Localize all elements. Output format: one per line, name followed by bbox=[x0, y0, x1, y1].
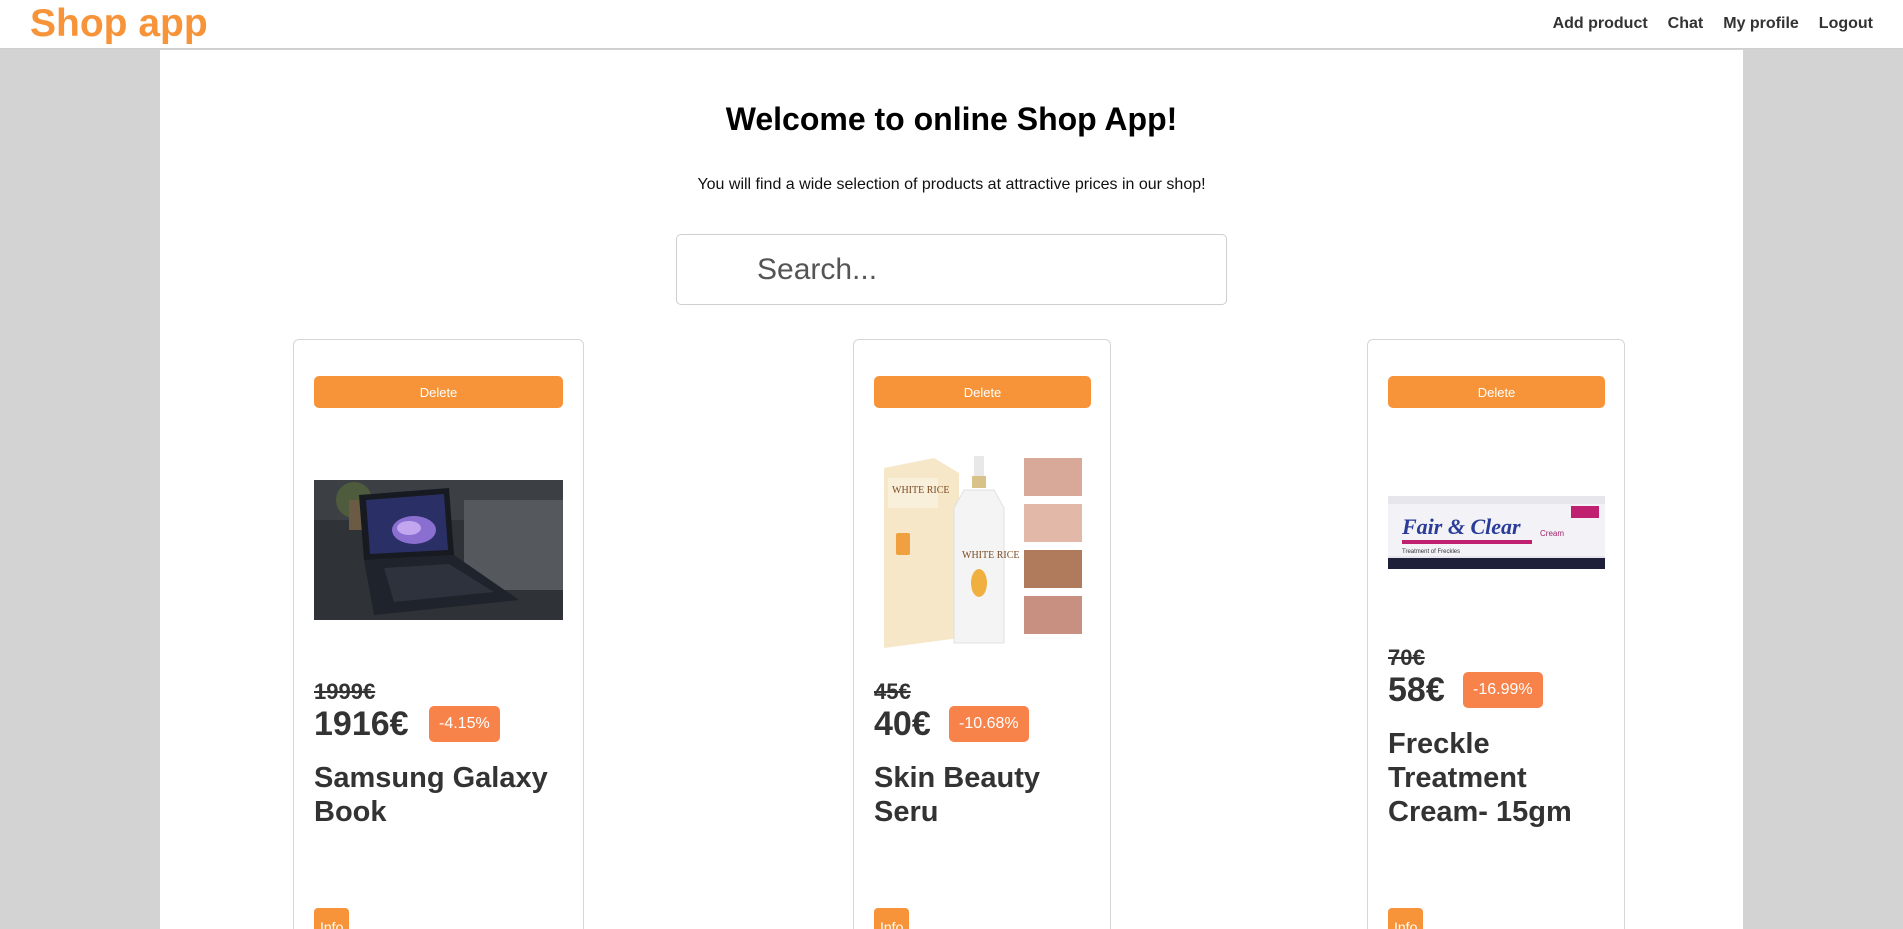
nav-logout[interactable]: Logout bbox=[1819, 14, 1873, 34]
page-title: Welcome to online Shop App! bbox=[725, 101, 1178, 137]
nav-links: Add product Chat My profile Logout bbox=[1553, 14, 1873, 34]
svg-text:WHITE RICE: WHITE RICE bbox=[892, 485, 950, 496]
svg-text:WHITE RICE: WHITE RICE bbox=[962, 550, 1020, 561]
top-navbar: Shop app Add product Chat My profile Log… bbox=[0, 0, 1903, 49]
old-price: 70€ bbox=[1388, 645, 1425, 670]
delete-button[interactable]: Delete bbox=[1388, 376, 1605, 408]
delete-button[interactable]: Delete bbox=[314, 376, 563, 408]
info-button[interactable]: Info bbox=[314, 908, 350, 929]
search-input[interactable] bbox=[676, 234, 1227, 305]
old-price: 1999€ bbox=[314, 679, 376, 704]
current-price: 58€ bbox=[1388, 671, 1445, 709]
page-subtitle: You will find a wide selection of produc… bbox=[697, 176, 1206, 193]
discount-badge: -4.15% bbox=[429, 706, 500, 742]
svg-text:Fair & Clear: Fair & Clear bbox=[1401, 514, 1521, 539]
product-image-cream[interactable]: Fair & Clear Cream Treatment of Freckles bbox=[1388, 496, 1605, 569]
info-button[interactable]: Info bbox=[1388, 908, 1424, 929]
nav-chat[interactable]: Chat bbox=[1668, 14, 1704, 34]
delete-button[interactable]: Delete bbox=[874, 376, 1091, 408]
discount-badge: -16.99% bbox=[1463, 672, 1543, 708]
main-content: Welcome to online Shop App! You will fin… bbox=[160, 50, 1743, 929]
product-card: Delete 1999€ 1916€ -4.15% Samsung Galaxy… bbox=[293, 339, 584, 929]
brand-logo[interactable]: Shop app bbox=[30, 2, 208, 46]
product-card: Delete WHITE RICE WHITE RICE 45€ 40€ -10 bbox=[853, 339, 1111, 929]
product-image-laptop[interactable] bbox=[314, 480, 563, 620]
svg-text:Treatment of Freckles: Treatment of Freckles bbox=[1402, 549, 1460, 555]
product-name: Skin Beauty Seru bbox=[874, 762, 1040, 828]
product-name: Samsung Galaxy Book bbox=[314, 762, 548, 828]
nav-add-product[interactable]: Add product bbox=[1553, 14, 1648, 34]
svg-text:Cream: Cream bbox=[1540, 529, 1564, 538]
old-price: 45€ bbox=[874, 679, 911, 704]
discount-badge: -10.68% bbox=[949, 706, 1029, 742]
product-name: Freckle Treatment Cream- 15gm bbox=[1388, 728, 1572, 828]
nav-my-profile[interactable]: My profile bbox=[1723, 14, 1799, 34]
info-button[interactable]: Info bbox=[874, 908, 910, 929]
current-price: 40€ bbox=[874, 705, 931, 743]
current-price: 1916€ bbox=[314, 705, 409, 743]
product-card: Delete Fair & Clear Cream Treatment of F… bbox=[1367, 339, 1625, 929]
product-image-serum[interactable]: WHITE RICE WHITE RICE bbox=[874, 448, 1091, 655]
